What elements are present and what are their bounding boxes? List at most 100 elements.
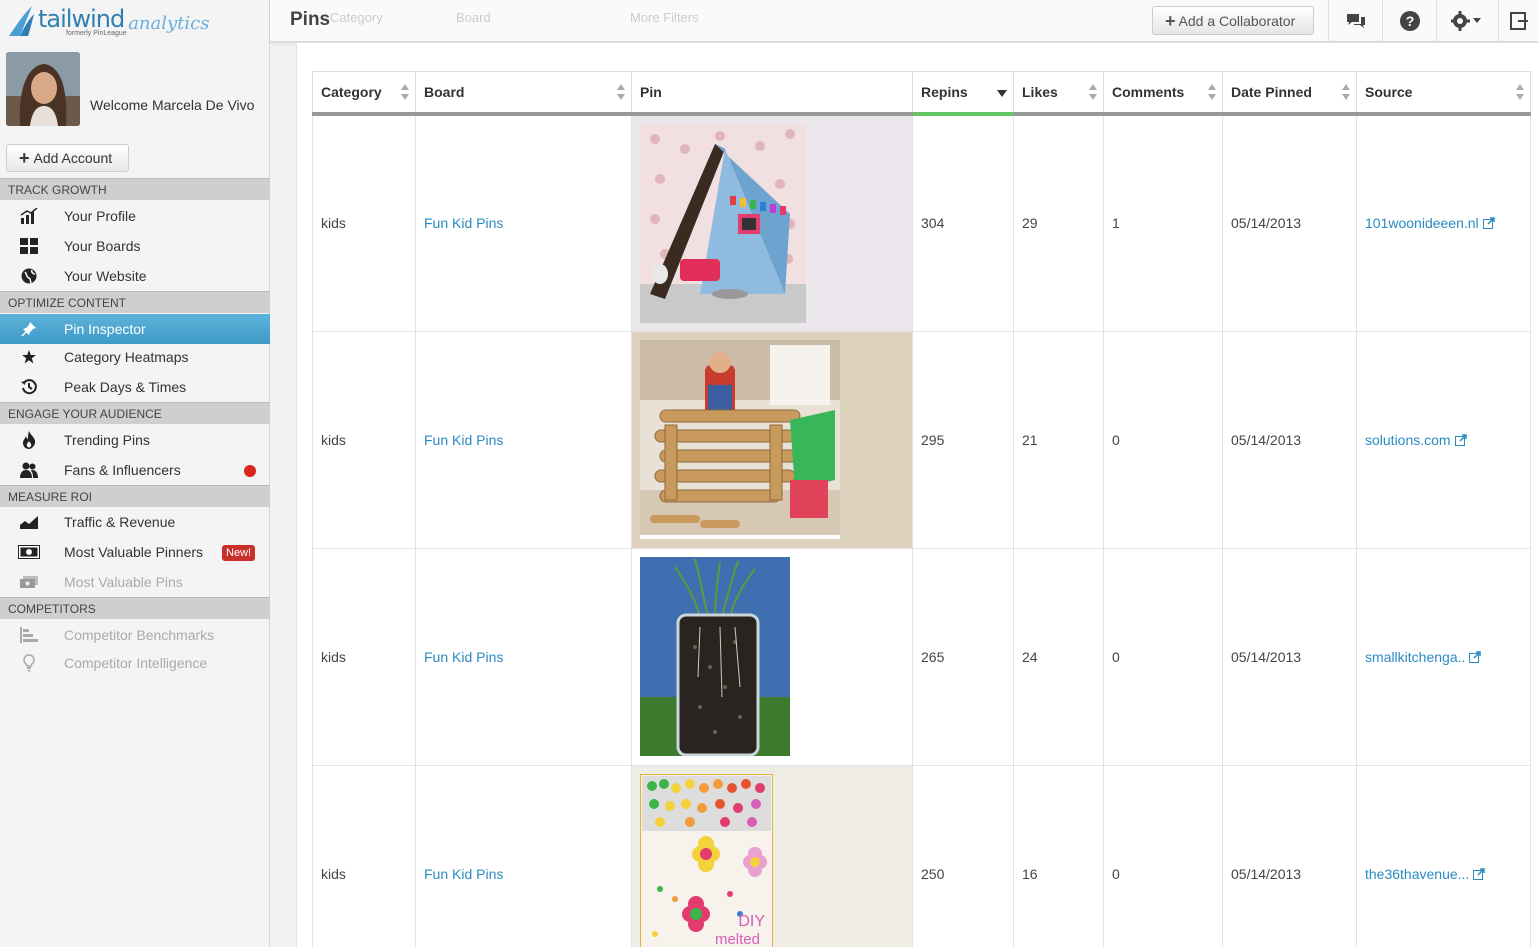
lightbulb-icon: [16, 654, 42, 672]
sidebar-item-pin-inspector[interactable]: Pin Inspector: [0, 314, 270, 344]
plus-icon: +: [19, 148, 30, 168]
pin-image-carrot-bottle[interactable]: [640, 556, 790, 756]
date-cell: 05/14/2013: [1222, 548, 1357, 766]
logo-subtitle: analytics: [128, 13, 210, 34]
money-icon: [16, 545, 42, 559]
source-link[interactable]: the36thavenue...: [1365, 866, 1469, 882]
sidebar-item-competitor-benchmarks[interactable]: Competitor Benchmarks: [0, 620, 270, 650]
category-cell: kids: [312, 548, 416, 766]
money-stack-icon: [16, 576, 42, 588]
sidebar-item-label: Category Heatmaps: [64, 349, 189, 365]
bar-chart-icon: [16, 208, 42, 224]
star-icon: [16, 350, 42, 364]
avatar[interactable]: [6, 52, 80, 126]
sidebar-item-most-valuable-pins[interactable]: Most Valuable Pins: [0, 567, 270, 597]
add-collaborator-button[interactable]: + Add a Collaborator: [1152, 6, 1314, 35]
sidebar-item-label: Trending Pins: [64, 432, 150, 448]
main-content: Category Board Pin Repins Likes Comments…: [296, 43, 1538, 947]
column-header-pin: Pin: [631, 71, 913, 116]
help-button[interactable]: ?: [1382, 0, 1436, 41]
header-label: Comments: [1112, 83, 1185, 100]
sidebar-item-your-website[interactable]: Your Website: [0, 261, 270, 291]
column-header-comments[interactable]: Comments: [1103, 71, 1223, 116]
sidebar-item-traffic-revenue[interactable]: Traffic & Revenue: [0, 507, 270, 537]
table-row: kids Fun Kid Pins 265 24 0 05/14/2013 sm…: [312, 548, 1531, 766]
sidebar-item-competitor-intelligence[interactable]: Competitor Intelligence: [0, 648, 270, 678]
sidebar-item-label: Most Valuable Pins: [64, 574, 183, 590]
table-row: kids Fun Kid Pins: [312, 765, 1531, 947]
board-cell: Fun Kid Pins: [415, 765, 632, 947]
comments-cell: 0: [1103, 765, 1223, 947]
external-link-icon[interactable]: [1469, 650, 1482, 663]
header-label: Category: [321, 83, 382, 100]
comments-cell: 0: [1103, 331, 1223, 549]
external-link-icon[interactable]: [1482, 217, 1495, 229]
horizontal-bars-icon: [16, 627, 42, 643]
date-cell: 05/14/2013: [1222, 331, 1357, 549]
board-link[interactable]: Fun Kid Pins: [424, 215, 503, 231]
board-link[interactable]: Fun Kid Pins: [424, 866, 503, 882]
source-link[interactable]: solutions.com: [1365, 432, 1451, 448]
column-header-board[interactable]: Board: [415, 71, 632, 116]
sidebar-item-label: Competitor Intelligence: [64, 655, 208, 671]
likes-cell: 21: [1013, 331, 1104, 549]
sidebar-item-your-profile[interactable]: Your Profile: [0, 201, 270, 231]
area-chart-icon: [16, 515, 42, 529]
column-header-likes[interactable]: Likes: [1013, 71, 1104, 116]
logo-formerly: formerly PinLeague: [66, 30, 127, 37]
sort-desc-icon: [997, 90, 1007, 97]
external-link-icon[interactable]: [1454, 433, 1467, 446]
sort-icon: [617, 84, 625, 100]
pin-image-tent[interactable]: [640, 123, 806, 323]
sidebar: tailwind analytics formerly PinLeague We…: [0, 0, 270, 947]
column-header-date-pinned[interactable]: Date Pinned: [1222, 71, 1357, 116]
header-label: Date Pinned: [1231, 83, 1312, 100]
header-label: Pin: [640, 83, 662, 100]
column-header-repins[interactable]: Repins: [912, 71, 1014, 116]
pin-image-log-fort[interactable]: [640, 339, 840, 539]
logout-button[interactable]: [1498, 0, 1538, 41]
external-link-icon[interactable]: [1473, 867, 1486, 880]
sidebar-item-your-boards[interactable]: Your Boards: [0, 231, 270, 261]
table-row: kids Fun Kid Pins: [312, 113, 1531, 332]
column-header-category[interactable]: Category: [312, 71, 416, 116]
source-link[interactable]: smallkitchenga..: [1365, 649, 1465, 665]
source-cell: solutions.com: [1356, 331, 1531, 549]
board-cell: Fun Kid Pins: [415, 113, 632, 332]
likes-cell: 24: [1013, 548, 1104, 766]
table-header-row: Category Board Pin Repins Likes Comments…: [312, 71, 1531, 116]
sidebar-item-fans-influencers[interactable]: Fans & Influencers: [0, 455, 270, 485]
board-link[interactable]: Fun Kid Pins: [424, 432, 503, 448]
source-link[interactable]: 101woonideeen.nl: [1365, 215, 1479, 231]
sidebar-item-label: Your Profile: [64, 208, 136, 224]
sidebar-item-peak-days-times[interactable]: Peak Days & Times: [0, 372, 270, 402]
page-title: Pins: [290, 9, 331, 30]
add-account-button[interactable]: + Add Account: [6, 144, 129, 172]
category-filter-ghost: Category: [330, 10, 383, 25]
column-header-source[interactable]: Source: [1356, 71, 1531, 116]
repins-cell: 265: [912, 548, 1014, 766]
category-cell: kids: [312, 331, 416, 549]
sort-icon: [401, 84, 409, 100]
sidebar-item-category-heatmaps[interactable]: Category Heatmaps: [0, 342, 270, 372]
chat-button[interactable]: [1328, 0, 1382, 41]
settings-button[interactable]: [1436, 0, 1494, 41]
sidebar-item-most-valuable-pinners[interactable]: Most Valuable Pinners New!: [0, 537, 270, 567]
sidebar-item-label: Competitor Benchmarks: [64, 627, 215, 643]
logo[interactable]: tailwind analytics formerly PinLeague: [0, 0, 269, 42]
top-bar: Pins Category Board More Filters + Add a…: [270, 0, 1538, 42]
sidebar-item-label: Pin Inspector: [64, 321, 146, 337]
section-engage-audience: ENGAGE YOUR AUDIENCE: [0, 402, 270, 424]
source-cell: smallkitchenga..: [1356, 548, 1531, 766]
board-filter-ghost: Board: [456, 10, 491, 25]
source-cell: 101woonideeen.nl: [1356, 113, 1531, 332]
sidebar-item-trending-pins[interactable]: Trending Pins: [0, 425, 270, 455]
pin-cell: [631, 331, 913, 549]
alert-badge-icon: [244, 465, 256, 477]
help-icon: ?: [1399, 10, 1420, 31]
board-link[interactable]: Fun Kid Pins: [424, 649, 503, 665]
svg-text:?: ?: [1405, 13, 1414, 29]
pin-image-melted-beads[interactable]: DIY melted: [640, 773, 773, 947]
sidebar-item-label: Fans & Influencers: [64, 462, 181, 478]
repins-cell: 304: [912, 113, 1014, 332]
